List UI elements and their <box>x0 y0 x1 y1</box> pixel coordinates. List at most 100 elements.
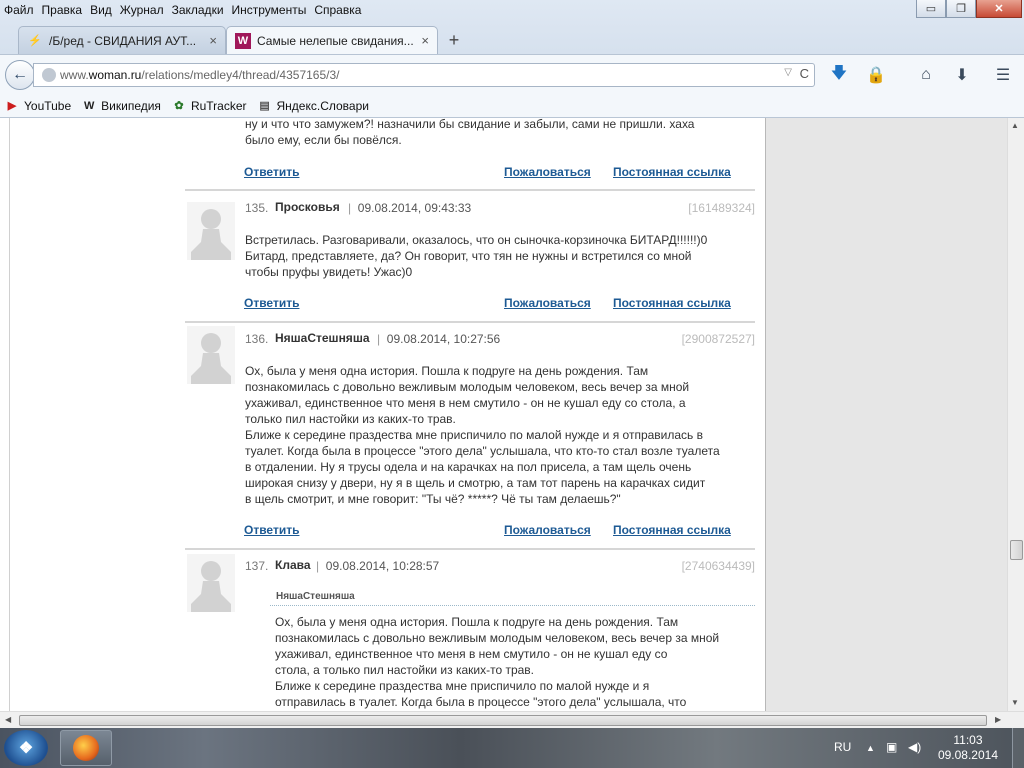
bookmark-youtube[interactable]: ▶ YouTube <box>4 99 71 113</box>
reply-link[interactable]: Ответить <box>244 523 299 537</box>
post-id: [161489324] <box>688 201 755 215</box>
reload-icon[interactable]: C <box>800 66 809 81</box>
show-hidden-icons-icon[interactable]: ▲ <box>866 743 875 753</box>
tab-nelepye-svidaniya[interactable]: W Самые нелепые свидания... × <box>226 26 438 54</box>
show-desktop-button[interactable] <box>1012 728 1024 768</box>
text-line: Ох, была у меня одна история. Пошла к по… <box>275 615 679 629</box>
scroll-left-icon[interactable]: ◀ <box>5 715 11 724</box>
close-tab-icon[interactable]: × <box>421 33 429 48</box>
bookmark-label: Яндекс.Словари <box>276 98 369 113</box>
text-line: Ох, была у меня одна история. Пошла к по… <box>245 364 649 378</box>
post-author[interactable]: Клава <box>275 558 311 572</box>
bookmark-rutracker[interactable]: ✿ RuTracker <box>171 98 247 113</box>
taskbar-firefox-button[interactable] <box>60 730 112 766</box>
post-number: 135. <box>245 201 269 215</box>
post-date: | 09.08.2014, 10:27:56 <box>377 332 500 346</box>
post-body: Встретилась. Разговаривали, оказалось, ч… <box>245 232 707 280</box>
clock[interactable]: 11:03 09.08.2014 <box>938 733 998 763</box>
bookmarks-toolbar: ▶ YouTube W Википедия ✿ RuTracker ▤ Янде… <box>0 94 1024 118</box>
tab-svidaniya-aut[interactable]: ⚡ /Б/ред - СВИДАНИЯ АУТ... × <box>18 26 226 54</box>
bookmark-label: Википедия <box>101 98 161 113</box>
report-link[interactable]: Пожаловаться <box>504 523 591 537</box>
menu-edit[interactable]: Правка <box>42 3 83 17</box>
url-prefix: www. <box>60 68 89 82</box>
vertical-scrollbar[interactable]: ▲ ▼ <box>1007 118 1024 711</box>
windows-taskbar: ❖ RU ▲ ▣ ◀) 11:03 09.08.2014 <box>0 728 1024 768</box>
text-line: стола, а только пил настойки из каких-то… <box>275 663 535 677</box>
dictionary-icon: ▤ <box>259 100 270 112</box>
text-line: ну и что что замужем?! назначили бы свид… <box>245 118 695 131</box>
forum-page: ну и что что замужем?! назначили бы свид… <box>0 118 765 711</box>
post-actions: Ответить Пожаловаться Постоянная ссылка <box>244 523 755 539</box>
page-left-border <box>9 118 10 711</box>
separator: | <box>377 332 381 346</box>
reply-link[interactable]: Ответить <box>244 296 299 310</box>
download-arrow-icon[interactable]: 🡇 <box>829 65 849 85</box>
menu-icon[interactable]: ☰ <box>993 65 1013 85</box>
text-line: Битард, представляете, да? Он говорит, ч… <box>245 249 692 263</box>
lightning-icon: ⚡ <box>28 35 42 47</box>
post-separator <box>185 321 755 323</box>
tab-strip: ⚡ /Б/ред - СВИДАНИЯ АУТ... × W Самые нел… <box>0 24 1024 54</box>
url-dropdown-icon[interactable]: ▽ <box>784 67 792 78</box>
close-window-button[interactable]: ✕ <box>976 0 1022 18</box>
tab-title: /Б/ред - СВИДАНИЯ АУТ... <box>49 33 197 48</box>
horizontal-scroll-thumb[interactable] <box>19 715 987 726</box>
text-line: Ближе к середине праздества мне приспичи… <box>275 679 650 693</box>
reply-link[interactable]: Ответить <box>244 165 299 179</box>
post-id: [2740634439] <box>681 559 755 573</box>
scroll-right-icon[interactable]: ▶ <box>995 715 1001 724</box>
new-tab-button[interactable]: + <box>444 28 464 52</box>
downloads-icon[interactable]: ⬇ <box>952 65 972 85</box>
report-link[interactable]: Пожаловаться <box>504 296 591 310</box>
post-body: ну и что что замужем?! назначили бы свид… <box>245 118 694 148</box>
post-author[interactable]: Просковья <box>275 200 340 214</box>
bookmark-yandex-slovari[interactable]: ▤ Яндекс.Словари <box>257 99 369 113</box>
bookmark-label: RuTracker <box>190 98 247 113</box>
text-line: познакомилась с довольно вежливым молоды… <box>275 631 720 645</box>
bookmark-wikipedia[interactable]: W Википедия <box>81 99 161 113</box>
maximize-button[interactable]: ❐ <box>946 0 976 18</box>
arrow-left-icon: ← <box>12 66 28 83</box>
menu-tools[interactable]: Инструменты <box>232 3 307 17</box>
minimize-button[interactable]: ▭ <box>916 0 946 18</box>
lock-icon[interactable]: 🔒 <box>866 65 886 85</box>
avatar <box>187 202 235 260</box>
close-tab-icon[interactable]: × <box>209 33 217 48</box>
globe-icon <box>42 68 56 82</box>
text-line: широкая снизу у двери, ну я в щель и смо… <box>245 476 706 490</box>
post-author[interactable]: НяшаСтешняша <box>275 331 370 345</box>
permalink-link[interactable]: Постоянная ссылка <box>613 523 731 537</box>
language-indicator[interactable]: RU <box>834 740 851 754</box>
home-icon[interactable]: ⌂ <box>916 65 936 85</box>
start-button[interactable]: ❖ <box>4 730 48 766</box>
menu-file[interactable]: Файл <box>4 3 34 17</box>
menu-bookmarks[interactable]: Закладки <box>172 3 224 17</box>
scroll-down-icon[interactable]: ▼ <box>1011 698 1019 707</box>
page-viewport: ну и что что замужем?! назначили бы свид… <box>0 118 1007 711</box>
menu-history[interactable]: Журнал <box>120 3 164 17</box>
permalink-link[interactable]: Постоянная ссылка <box>613 296 731 310</box>
clock-time: 11:03 <box>953 733 983 747</box>
back-button[interactable]: ← <box>5 60 35 90</box>
permalink-link[interactable]: Постоянная ссылка <box>613 165 731 179</box>
menu-help[interactable]: Справка <box>314 3 361 17</box>
firefox-icon <box>73 735 99 761</box>
vertical-scroll-thumb[interactable] <box>1010 540 1023 560</box>
scroll-up-icon[interactable]: ▲ <box>1011 121 1019 130</box>
window-controls: ▭ ❐ ✕ <box>916 0 1022 18</box>
post-actions: Ответить Пожаловаться Постоянная ссылка <box>244 296 755 312</box>
text-line: только пил настойки из каких-то трав. <box>245 412 456 426</box>
volume-icon[interactable]: ◀) <box>908 740 921 754</box>
network-icon[interactable]: ▣ <box>886 740 897 754</box>
youtube-icon: ▶ <box>7 100 17 112</box>
post-separator <box>185 189 755 191</box>
url-host: woman.ru <box>88 68 142 82</box>
url-bar[interactable]: www.woman.ru/relations/medley4/thread/43… <box>33 63 815 87</box>
post-date-value: 09.08.2014, 10:27:56 <box>386 332 501 346</box>
windows-logo-icon: ❖ <box>18 740 34 757</box>
report-link[interactable]: Пожаловаться <box>504 165 591 179</box>
horizontal-scrollbar[interactable]: ◀ ▶ <box>0 711 1024 728</box>
menu-view[interactable]: Вид <box>90 3 112 17</box>
woman-ru-icon: W <box>235 32 251 49</box>
